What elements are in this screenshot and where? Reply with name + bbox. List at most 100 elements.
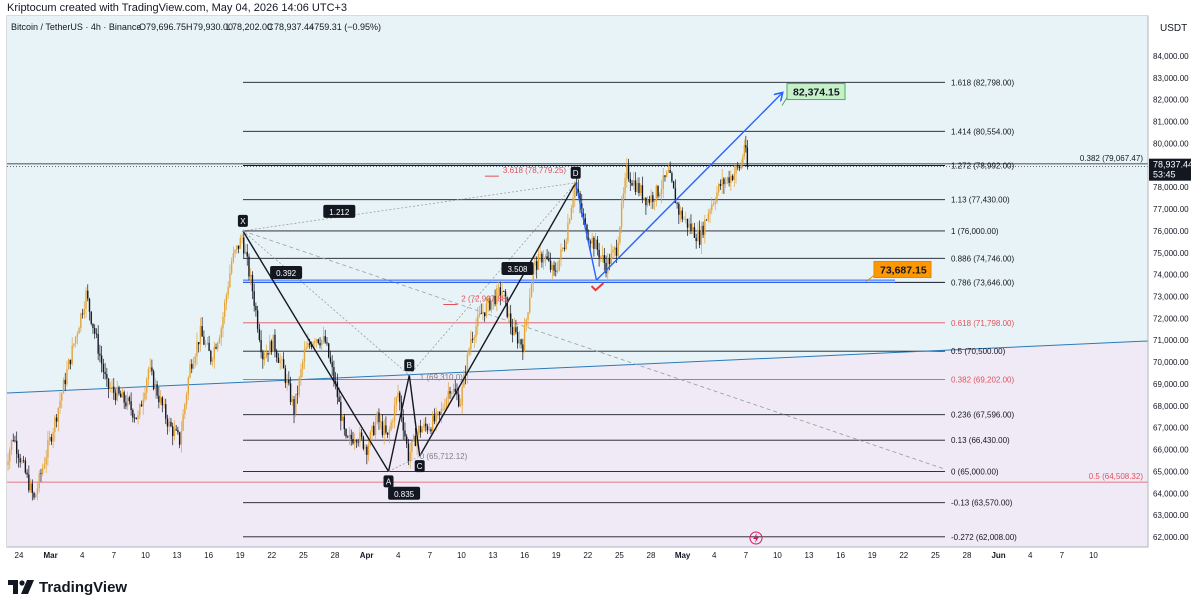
- candle-body: [291, 399, 293, 403]
- time-axis[interactable]: 24 Mar 4 7 10 13 16 19 22 25 28 Apr 4 7 10 13 16 19 22 25 28…: [15, 551, 1099, 560]
- candle-body: [518, 339, 521, 344]
- candle-body: [544, 256, 547, 259]
- candle-body: [738, 166, 741, 169]
- candle-body: [426, 426, 429, 431]
- candle-body: [681, 210, 683, 220]
- candle-body: [503, 291, 505, 292]
- candle-body: [172, 426, 174, 437]
- support-target[interactable]: 73,687.15: [873, 260, 932, 278]
- candle-body: [407, 443, 410, 462]
- brand-name: TradingView: [39, 578, 128, 596]
- candle-body: [163, 404, 165, 406]
- time-tick: 25: [615, 551, 624, 560]
- candle-body: [88, 298, 91, 312]
- candle-body: [666, 172, 668, 177]
- candle-body: [178, 432, 181, 445]
- candle-body: [653, 200, 656, 202]
- candle-body: [191, 364, 193, 369]
- price-scale[interactable]: 84,000.00 83,000.00 82,000.00 81,000.00 80,0…: [1153, 52, 1189, 542]
- candle-body: [478, 313, 481, 316]
- projection-target[interactable]: 82,374.15: [786, 83, 846, 101]
- candle-body: [497, 287, 500, 289]
- time-tick: 4: [80, 551, 85, 560]
- candle-body: [475, 326, 477, 338]
- candle-body: [515, 327, 517, 333]
- fib-level-label: 1.618 (82,798.00): [951, 78, 1014, 87]
- harmonic-point-label: B: [407, 361, 412, 370]
- candle-body: [173, 429, 176, 437]
- candle-body: [277, 357, 280, 363]
- candle-body: [664, 175, 666, 177]
- tradingview-logo[interactable]: TradingView: [8, 576, 127, 598]
- candle-body: [7, 461, 9, 466]
- candle-body: [175, 429, 177, 431]
- candle-body: [607, 258, 609, 274]
- candle-body: [425, 423, 427, 427]
- candle-body: [281, 359, 283, 361]
- candle-body: [31, 483, 33, 493]
- candle-body: [482, 312, 484, 314]
- candle-body: [508, 313, 510, 317]
- candle-body: [267, 352, 269, 355]
- time-tick: 16: [204, 551, 213, 560]
- candle-body: [470, 339, 472, 350]
- candle-body: [225, 294, 228, 303]
- candle-body: [419, 425, 422, 433]
- candle-body: [109, 388, 111, 390]
- candle-body: [64, 379, 66, 385]
- candle-body: [78, 328, 80, 334]
- candle-body: [477, 315, 479, 327]
- price-tick: 81,000.00: [1153, 118, 1189, 127]
- candle-body: [282, 359, 285, 369]
- footer: TradingView: [0, 566, 1200, 605]
- price-tick: 84,000.00: [1153, 52, 1189, 61]
- candle-body: [601, 255, 604, 257]
- candle-body: [336, 382, 339, 398]
- candle-body: [360, 432, 363, 437]
- candle-body: [352, 439, 354, 444]
- candle-body: [237, 245, 240, 249]
- candle-body: [411, 440, 413, 453]
- candle-body: [556, 270, 559, 272]
- candle-body: [686, 218, 689, 228]
- candle-body: [707, 213, 709, 220]
- candle-body: [217, 342, 219, 349]
- candle-body: [423, 423, 425, 429]
- harmonic-ratio-label: 3.508: [507, 265, 528, 274]
- candle-body: [723, 178, 725, 185]
- chart[interactable]: 1.618 (82,798.00) 1.414 (80,554.00) 1.272 …: [0, 0, 1200, 566]
- time-tick: 19: [868, 551, 877, 560]
- candle-body: [608, 258, 611, 264]
- fib-level-label: 0 (65,000.00): [951, 467, 999, 476]
- candle-body: [99, 353, 101, 356]
- candle-body: [433, 415, 436, 422]
- price-tick: 80,000.00: [1153, 139, 1189, 148]
- candle-body: [386, 432, 389, 435]
- candle-body: [638, 183, 640, 194]
- price-tick: 77,000.00: [1153, 205, 1189, 214]
- candle-body: [87, 290, 89, 299]
- candle-body: [17, 453, 20, 459]
- candle-body: [627, 165, 630, 180]
- candle-body: [546, 256, 548, 260]
- candle-body: [29, 483, 32, 491]
- candle-body: [48, 437, 51, 441]
- legend-symbol: Bitcoin / TetherUS · 4h · Binance: [11, 22, 141, 32]
- candle-body: [716, 192, 718, 202]
- countdown-label: 53:45: [1153, 170, 1176, 180]
- candle-body: [19, 458, 21, 463]
- candle-body: [62, 379, 65, 394]
- fib-level-label: 0.382 (69,202.00): [951, 376, 1014, 385]
- candle-body: [80, 313, 82, 329]
- price-scale-currency[interactable]: USDT: [1160, 23, 1187, 34]
- extended-level-label: 0.382 (79,067.47): [1080, 154, 1143, 163]
- candle-body: [158, 395, 160, 403]
- candle-body: [206, 342, 209, 344]
- candle-body: [412, 435, 415, 441]
- candle-body: [16, 440, 18, 454]
- candle-body: [591, 237, 593, 244]
- candle-body: [106, 374, 108, 379]
- candle-body: [331, 362, 333, 368]
- candle-body: [161, 397, 163, 406]
- candle-body: [695, 237, 697, 242]
